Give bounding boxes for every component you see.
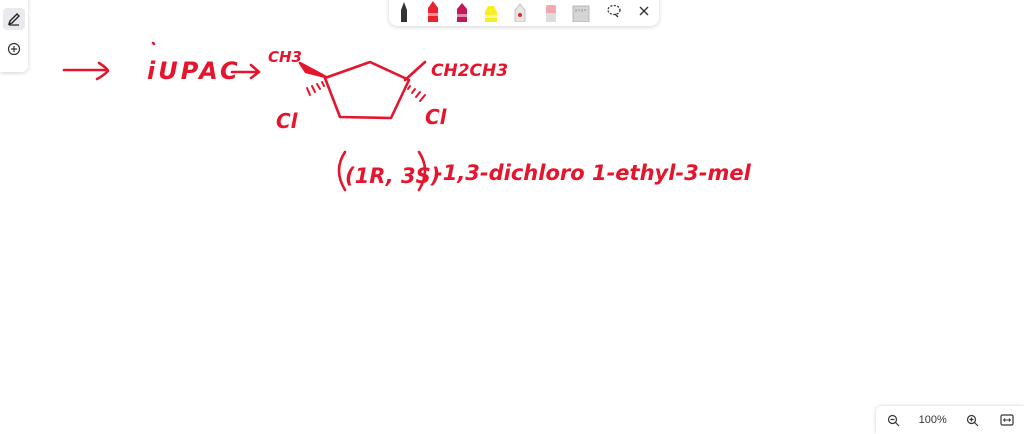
whiteboard-canvas[interactable]: iUPAC CH3 CH2CH3 Cl Cl (1R, 3S) -1,3-dic… xyxy=(0,0,1024,434)
ch2ch3-label: CH2CH3 xyxy=(431,61,508,81)
cyclopentane-ring xyxy=(323,60,411,120)
fit-width-icon xyxy=(1000,414,1014,426)
zoom-in-icon xyxy=(966,414,979,426)
hash-right xyxy=(407,85,426,102)
cl-left-label: Cl xyxy=(276,109,299,133)
iupac-label: iUPAC xyxy=(147,57,241,85)
zoom-in-button[interactable] xyxy=(963,411,981,429)
zoom-level: 100% xyxy=(918,414,947,426)
answer-name: -1,3-dichloro 1-ethyl-3-mel xyxy=(434,161,752,185)
cl-right-label: Cl xyxy=(425,105,448,129)
fit-width-button[interactable] xyxy=(998,411,1016,429)
zoom-out-button[interactable] xyxy=(884,411,902,429)
answer-stereo: (1R, 3S) xyxy=(345,164,440,188)
zoom-controls: 100% xyxy=(876,406,1024,434)
hash-left xyxy=(306,81,325,96)
wedge-ch2ch3 xyxy=(403,60,427,82)
ch3-label: CH3 xyxy=(268,48,302,66)
wedge-ch3 xyxy=(298,61,328,79)
zoom-out-icon xyxy=(887,414,899,426)
